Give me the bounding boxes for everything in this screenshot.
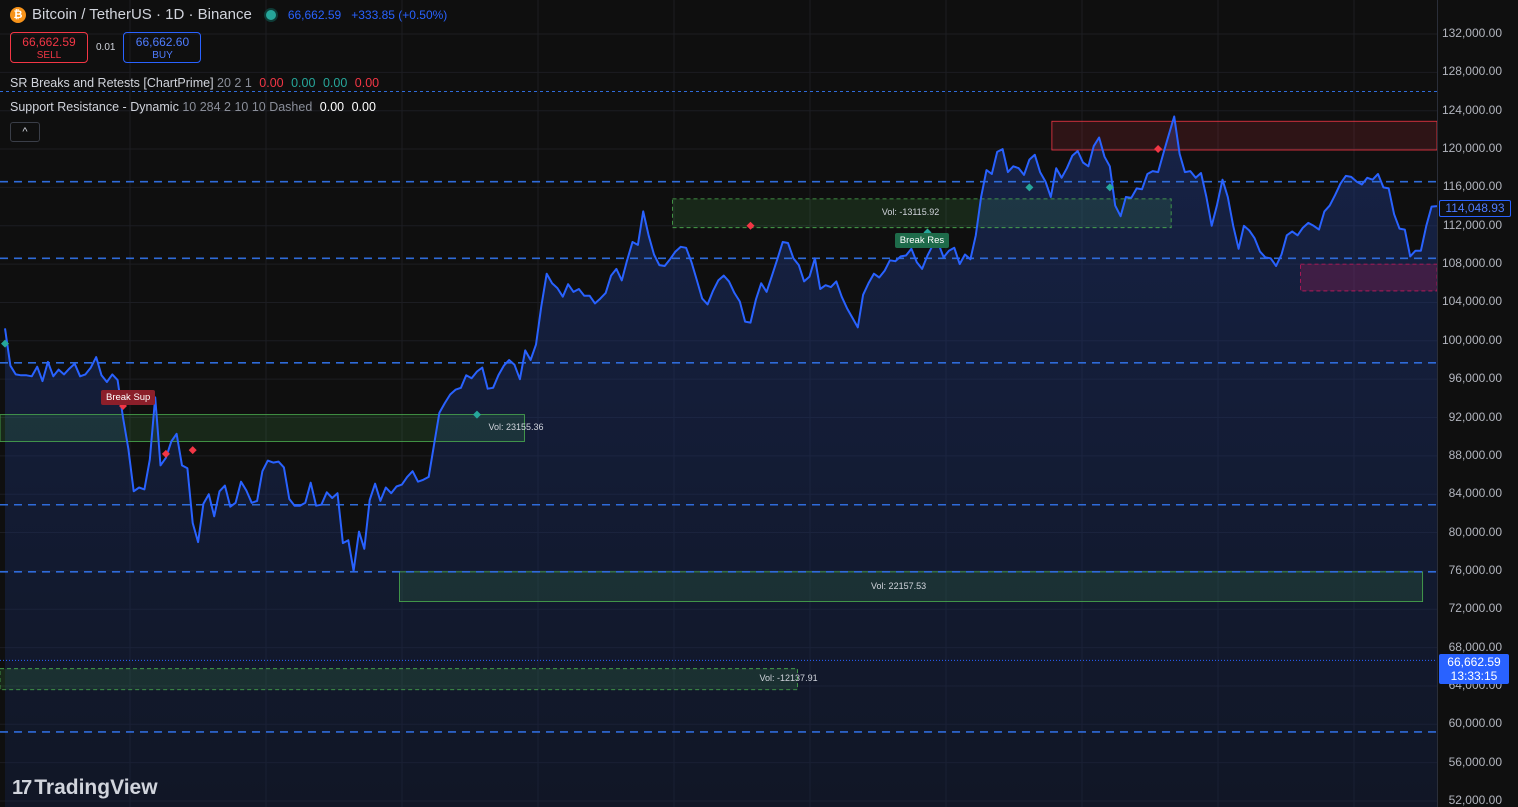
axis-tick-label: 56,000.00 xyxy=(1448,754,1502,769)
axis-tick-label: 60,000.00 xyxy=(1448,716,1502,731)
indicator-sr-dynamic[interactable]: Support Resistance - Dynamic 10 284 2 10… xyxy=(10,100,376,114)
indicator-value: 0.00 xyxy=(291,76,316,90)
buy-button[interactable]: 66,662.60 BUY xyxy=(123,32,202,63)
axis-tick-label: 84,000.00 xyxy=(1448,486,1502,501)
axis-tick-label: 108,000.00 xyxy=(1441,256,1502,271)
tradingview-logo[interactable]: 17 TradingView xyxy=(12,776,158,800)
symbol-title[interactable]: Bitcoin / TetherUS · 1D · Binance xyxy=(32,6,252,23)
axis-tick-label: 100,000.00 xyxy=(1441,332,1502,347)
axis-tick-label: 76,000.00 xyxy=(1448,562,1502,577)
bitcoin-icon: ₿ xyxy=(10,6,26,23)
tradingview-logo-text: TradingView xyxy=(34,776,158,799)
axis-tick-label: 124,000.00 xyxy=(1441,102,1502,117)
current-price-tag: 66,662.59 13:33:15 xyxy=(1439,654,1509,684)
axis-tick-label: 104,000.00 xyxy=(1441,294,1502,309)
volume-zone-label: Vol: -13115.92 xyxy=(881,207,940,218)
axis-tick-label: 96,000.00 xyxy=(1448,371,1502,386)
axis-tick-label: 128,000.00 xyxy=(1441,64,1502,79)
spread: 0.01 xyxy=(96,42,116,53)
buy-label: BUY xyxy=(152,50,173,61)
volume-zone-label: Vol: 22157.53 xyxy=(871,580,927,591)
countdown: 13:33:15 xyxy=(1450,669,1498,683)
bullish-zone xyxy=(0,668,798,691)
indicator-name: SR Breaks and Retests [ChartPrime] xyxy=(10,76,214,90)
last-price: 66,662.59 xyxy=(287,7,342,22)
price-change: +333.85 (+0.50%) xyxy=(351,7,448,22)
red-diamond-marker xyxy=(188,446,197,455)
collapse-legend-button[interactable]: ^ xyxy=(10,122,40,142)
volume-zone-label: Vol: -12137.91 xyxy=(759,673,818,684)
sell-price: 66,662.59 xyxy=(22,35,76,49)
axis-tick-label: 88,000.00 xyxy=(1448,447,1502,462)
current-price: 66,662.59 xyxy=(1447,655,1501,669)
axis-tick-label: 92,000.00 xyxy=(1448,409,1502,424)
sell-label: SELL xyxy=(36,50,62,61)
indicator-params: 20 2 1 xyxy=(217,76,252,90)
tradingview-logo-icon: 17 xyxy=(12,776,32,799)
axis-tick-label: 132,000.00 xyxy=(1441,26,1502,40)
axis-tick-label: 116,000.00 xyxy=(1442,179,1502,194)
axis-tick-label: 112,000.00 xyxy=(1442,217,1502,232)
indicator-value: 0.00 xyxy=(351,100,376,114)
indicator-value: 0.00 xyxy=(319,100,345,114)
price-chart[interactable] xyxy=(0,0,1518,807)
symbol-header[interactable]: ₿ Bitcoin / TetherUS · 1D · Binance 66,6… xyxy=(10,6,447,23)
indicator-sr-breaks[interactable]: SR Breaks and Retests [ChartPrime] 20 2 … xyxy=(10,76,379,90)
axis-tick-label: 80,000.00 xyxy=(1448,524,1502,539)
bearish_retest-zone xyxy=(1300,263,1438,292)
axis-tick-label: 68,000.00 xyxy=(1448,639,1502,654)
break-resistance-label: Break Res xyxy=(894,233,950,249)
sell-button[interactable]: 66,662.59 SELL xyxy=(10,32,88,63)
break-support-label: Break Sup xyxy=(100,390,156,406)
buy-price: 66,662.60 xyxy=(135,35,190,49)
indicator-name: Support Resistance - Dynamic xyxy=(10,100,179,114)
bullish-zone xyxy=(0,414,525,442)
bearish-zone xyxy=(1051,120,1438,151)
indicator-value: 0.00 xyxy=(322,76,348,90)
market-open-status-icon xyxy=(263,7,278,22)
axis-tick-label: 52,000.00 xyxy=(1448,793,1502,807)
indicator-value: 0.00 xyxy=(259,76,284,90)
indicator-params: 10 284 2 10 10 Dashed xyxy=(182,100,313,114)
last-price-tag: 114,048.93 xyxy=(1439,200,1511,217)
indicator-value: 0.00 xyxy=(354,76,380,90)
volume-zone-label: Vol: 23155.36 xyxy=(488,422,544,433)
chevron-up-icon: ^ xyxy=(22,126,28,138)
trade-panel: 66,662.59 SELL 0.01 66,662.60 BUY xyxy=(10,32,202,63)
axis-tick-label: 120,000.00 xyxy=(1441,141,1502,156)
axis-tick-label: 72,000.00 xyxy=(1448,601,1502,616)
